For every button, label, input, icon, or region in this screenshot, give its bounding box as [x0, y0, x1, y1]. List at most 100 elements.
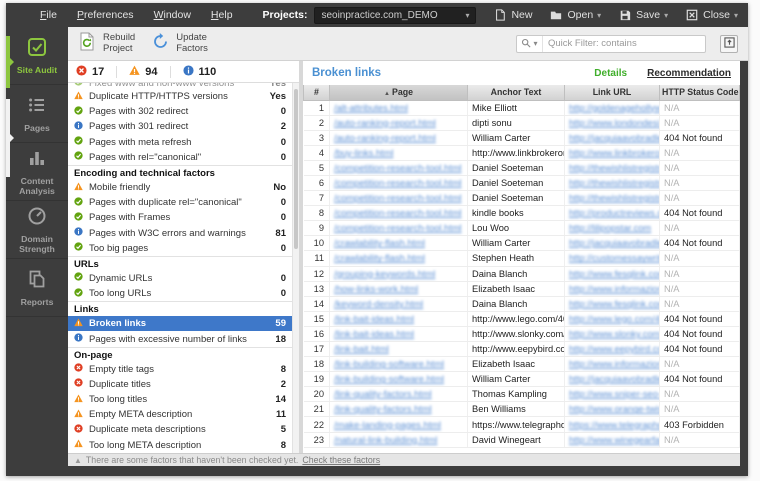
- page-link[interactable]: /link-bait-ideas.html: [330, 326, 468, 341]
- link-url[interactable]: http://thewishlistregistry...: [565, 160, 660, 175]
- link-url[interactable]: http://www.londondesi.c...: [565, 115, 660, 130]
- page-link[interactable]: /how-links-work.html: [330, 281, 468, 296]
- factor-row-pages-with-302-redirect[interactable]: Pages with 302 redirect0: [68, 104, 292, 119]
- table-row[interactable]: 17/link-bait.htmlhttp://www.eepybird.com…: [304, 342, 740, 357]
- table-row[interactable]: 14/keyword-density.htmlDaina Blanchhttp:…: [304, 296, 740, 311]
- sidebar-item-reports[interactable]: Reports: [6, 259, 68, 317]
- factor-row-broken-links[interactable]: Broken links59: [68, 316, 292, 331]
- table-row[interactable]: 7/competition-research-tool.htmlDaniel S…: [304, 191, 740, 206]
- factor-row-too-long-urls[interactable]: Too long URLs0: [68, 286, 292, 301]
- table-row[interactable]: 10/crawlability-flash.htmlWilliam Carter…: [304, 236, 740, 251]
- table-row[interactable]: 18/link-building-software.htmlElizabeth …: [304, 357, 740, 372]
- menu-window[interactable]: Window: [154, 9, 191, 21]
- page-link[interactable]: /link-building-software.html: [330, 372, 468, 387]
- factor-row-pages-with-w3c-errors-and-warnings[interactable]: Pages with W3C errors and warnings81: [68, 226, 292, 241]
- page-link[interactable]: /auto-ranking-report.html: [330, 130, 468, 145]
- factor-row-pages-with-excessive-number-of-links[interactable]: Pages with excessive number of links18: [68, 331, 292, 346]
- page-link[interactable]: /link-building-software.html: [330, 357, 468, 372]
- menu-help[interactable]: Help: [211, 9, 233, 21]
- link-url[interactable]: http://www.fesqlink.com: [565, 266, 660, 281]
- column-header-num[interactable]: #: [304, 85, 330, 100]
- factor-row-too-big-pages[interactable]: Too big pages0: [68, 241, 292, 256]
- factor-row-too-long-meta-description[interactable]: Too long META description8: [68, 438, 292, 453]
- column-header-page[interactable]: ▲Page: [330, 85, 468, 100]
- sidebar-item-domain-strength[interactable]: Domain Strength: [6, 201, 68, 259]
- rebuild-project-button[interactable]: Rebuild Project: [78, 32, 135, 56]
- page-link[interactable]: /competition-research-tool.html: [330, 221, 468, 236]
- tab-details[interactable]: Details: [594, 68, 627, 79]
- factor-row-dynamic-urls[interactable]: Dynamic URLs0: [68, 271, 292, 286]
- factor-row-pages-with-frames[interactable]: Pages with Frames0: [68, 210, 292, 225]
- factor-row-duplicate-titles[interactable]: Duplicate titles2: [68, 377, 292, 392]
- factor-row-duplicate-meta-descriptions[interactable]: Duplicate meta descriptions5: [68, 422, 292, 437]
- expand-filter-button[interactable]: [720, 35, 738, 53]
- table-row[interactable]: 23/natural-link-building.htmlDavid Wineg…: [304, 432, 740, 447]
- page-link[interactable]: /crawlability-flash.html: [330, 251, 468, 266]
- table-row[interactable]: 8/competition-research-tool.htmlkindle b…: [304, 206, 740, 221]
- table-row[interactable]: 9/competition-research-tool.htmlLou Wooh…: [304, 221, 740, 236]
- page-link[interactable]: /grouping-keywords.html: [330, 266, 468, 281]
- open-project-button[interactable]: Open▾: [550, 9, 601, 21]
- factor-row-pages-with-duplicate-rel-canonical[interactable]: Pages with duplicate rel="canonical"0: [68, 195, 292, 210]
- page-link[interactable]: /buy-links.html: [330, 145, 468, 160]
- page-link[interactable]: /link-quality-factors.html: [330, 387, 468, 402]
- link-url[interactable]: http://www.informazionib...: [565, 281, 660, 296]
- link-url[interactable]: http://www.winegearfami...: [565, 432, 660, 447]
- table-row[interactable]: 2/auto-ranking-report.htmldipti sonuhttp…: [304, 115, 740, 130]
- factor-row-empty-title-tags[interactable]: Empty title tags8: [68, 362, 292, 377]
- table-row[interactable]: 6/competition-research-tool.htmlDaniel S…: [304, 175, 740, 190]
- link-url[interactable]: http://goldenagehollywo...: [565, 100, 660, 115]
- table-row[interactable]: 15/link-bait-ideas.htmlhttp://www.lego.c…: [304, 311, 740, 326]
- tab-recommendation[interactable]: Recommendation: [647, 68, 731, 79]
- page-link[interactable]: /natural-link-building.html: [330, 432, 468, 447]
- menu-file[interactable]: File: [40, 9, 57, 21]
- page-link[interactable]: /competition-research-tool.html: [330, 160, 468, 175]
- table-row[interactable]: 13/how-links-work.htmlElizabeth Isaachtt…: [304, 281, 740, 296]
- page-link[interactable]: /link-bait-ideas.html: [330, 311, 468, 326]
- check-factors-link[interactable]: Check these factors: [302, 455, 380, 465]
- page-link[interactable]: /crawlability-flash.html: [330, 236, 468, 251]
- project-selector[interactable]: seoinpractice.com_DEMO ▾: [314, 7, 476, 24]
- factor-row-empty-meta-description[interactable]: Empty META description11: [68, 407, 292, 422]
- link-url[interactable]: http://www.slonky.com/4...: [565, 326, 660, 341]
- table-row[interactable]: 3/auto-ranking-report.htmlWilliam Carter…: [304, 130, 740, 145]
- link-url[interactable]: http://www.eepybird.co...: [565, 342, 660, 357]
- link-url[interactable]: http://www.linkbrokeronl...: [565, 145, 660, 160]
- factor-row-too-long-titles[interactable]: Too long titles14: [68, 392, 292, 407]
- table-row[interactable]: 11/crawlability-flash.htmlStephen Heathh…: [304, 251, 740, 266]
- factor-row-fixed-www-and-non-www-versions[interactable]: Fixed www and non-www versionsYes: [68, 83, 292, 89]
- table-row[interactable]: 20/link-quality-factors.htmlThomas Kampl…: [304, 387, 740, 402]
- link-url[interactable]: http://productreviews.co...: [565, 206, 660, 221]
- link-url[interactable]: http://www.orange-twist...: [565, 402, 660, 417]
- table-row[interactable]: 21/link-quality-factors.htmlBen Williams…: [304, 402, 740, 417]
- table-row[interactable]: 12/grouping-keywords.htmlDaina Blanchhtt…: [304, 266, 740, 281]
- table-row[interactable]: 16/link-bait-ideas.htmlhttp://www.slonky…: [304, 326, 740, 341]
- factor-row-mobile-friendly[interactable]: Mobile friendlyNo: [68, 180, 292, 195]
- factor-row-pages-with-301-redirect[interactable]: Pages with 301 redirect2: [68, 119, 292, 134]
- page-link[interactable]: /alt-attributes.html: [330, 100, 468, 115]
- table-row[interactable]: 4/buy-links.htmlhttp://www.linkbrokeronl…: [304, 145, 740, 160]
- close-project-button[interactable]: Close▾: [686, 9, 738, 21]
- link-url[interactable]: http://jacquiaavobradley...: [565, 236, 660, 251]
- link-url[interactable]: http://thewishlistregistry...: [565, 175, 660, 190]
- factor-row-duplicate-http-https-versions[interactable]: Duplicate HTTP/HTTPS versionsYes: [68, 89, 292, 104]
- page-link[interactable]: /competition-research-tool.html: [330, 206, 468, 221]
- new-project-button[interactable]: New: [494, 9, 532, 21]
- link-url[interactable]: http://jacquiaavobradley...: [565, 372, 660, 387]
- page-link[interactable]: /competition-research-tool.html: [330, 175, 468, 190]
- page-link[interactable]: /make-landing-pages.html: [330, 417, 468, 432]
- link-url[interactable]: http://jacquiaavobradley...: [565, 130, 660, 145]
- link-url[interactable]: http://www.fesqlink.com: [565, 296, 660, 311]
- factors-scrollbar[interactable]: [292, 83, 299, 453]
- column-header-link-url[interactable]: Link URL: [565, 85, 660, 100]
- page-link[interactable]: /link-quality-factors.html: [330, 402, 468, 417]
- link-url[interactable]: http://lilipopstar.com: [565, 221, 660, 236]
- table-row[interactable]: 1/alt-attributes.htmlMike Elliotthttp://…: [304, 100, 740, 115]
- sidebar-item-site-audit[interactable]: Site Audit: [6, 27, 68, 85]
- link-url[interactable]: http://www.informazionib...: [565, 357, 660, 372]
- quick-filter-mode-button[interactable]: ▾: [517, 36, 543, 52]
- link-url[interactable]: http://www.sniper-seo-s...: [565, 387, 660, 402]
- table-row[interactable]: 19/link-building-software.htmlWilliam Ca…: [304, 372, 740, 387]
- link-url[interactable]: http://customessaywrite...: [565, 251, 660, 266]
- column-header-anchor-text[interactable]: Anchor Text: [468, 85, 565, 100]
